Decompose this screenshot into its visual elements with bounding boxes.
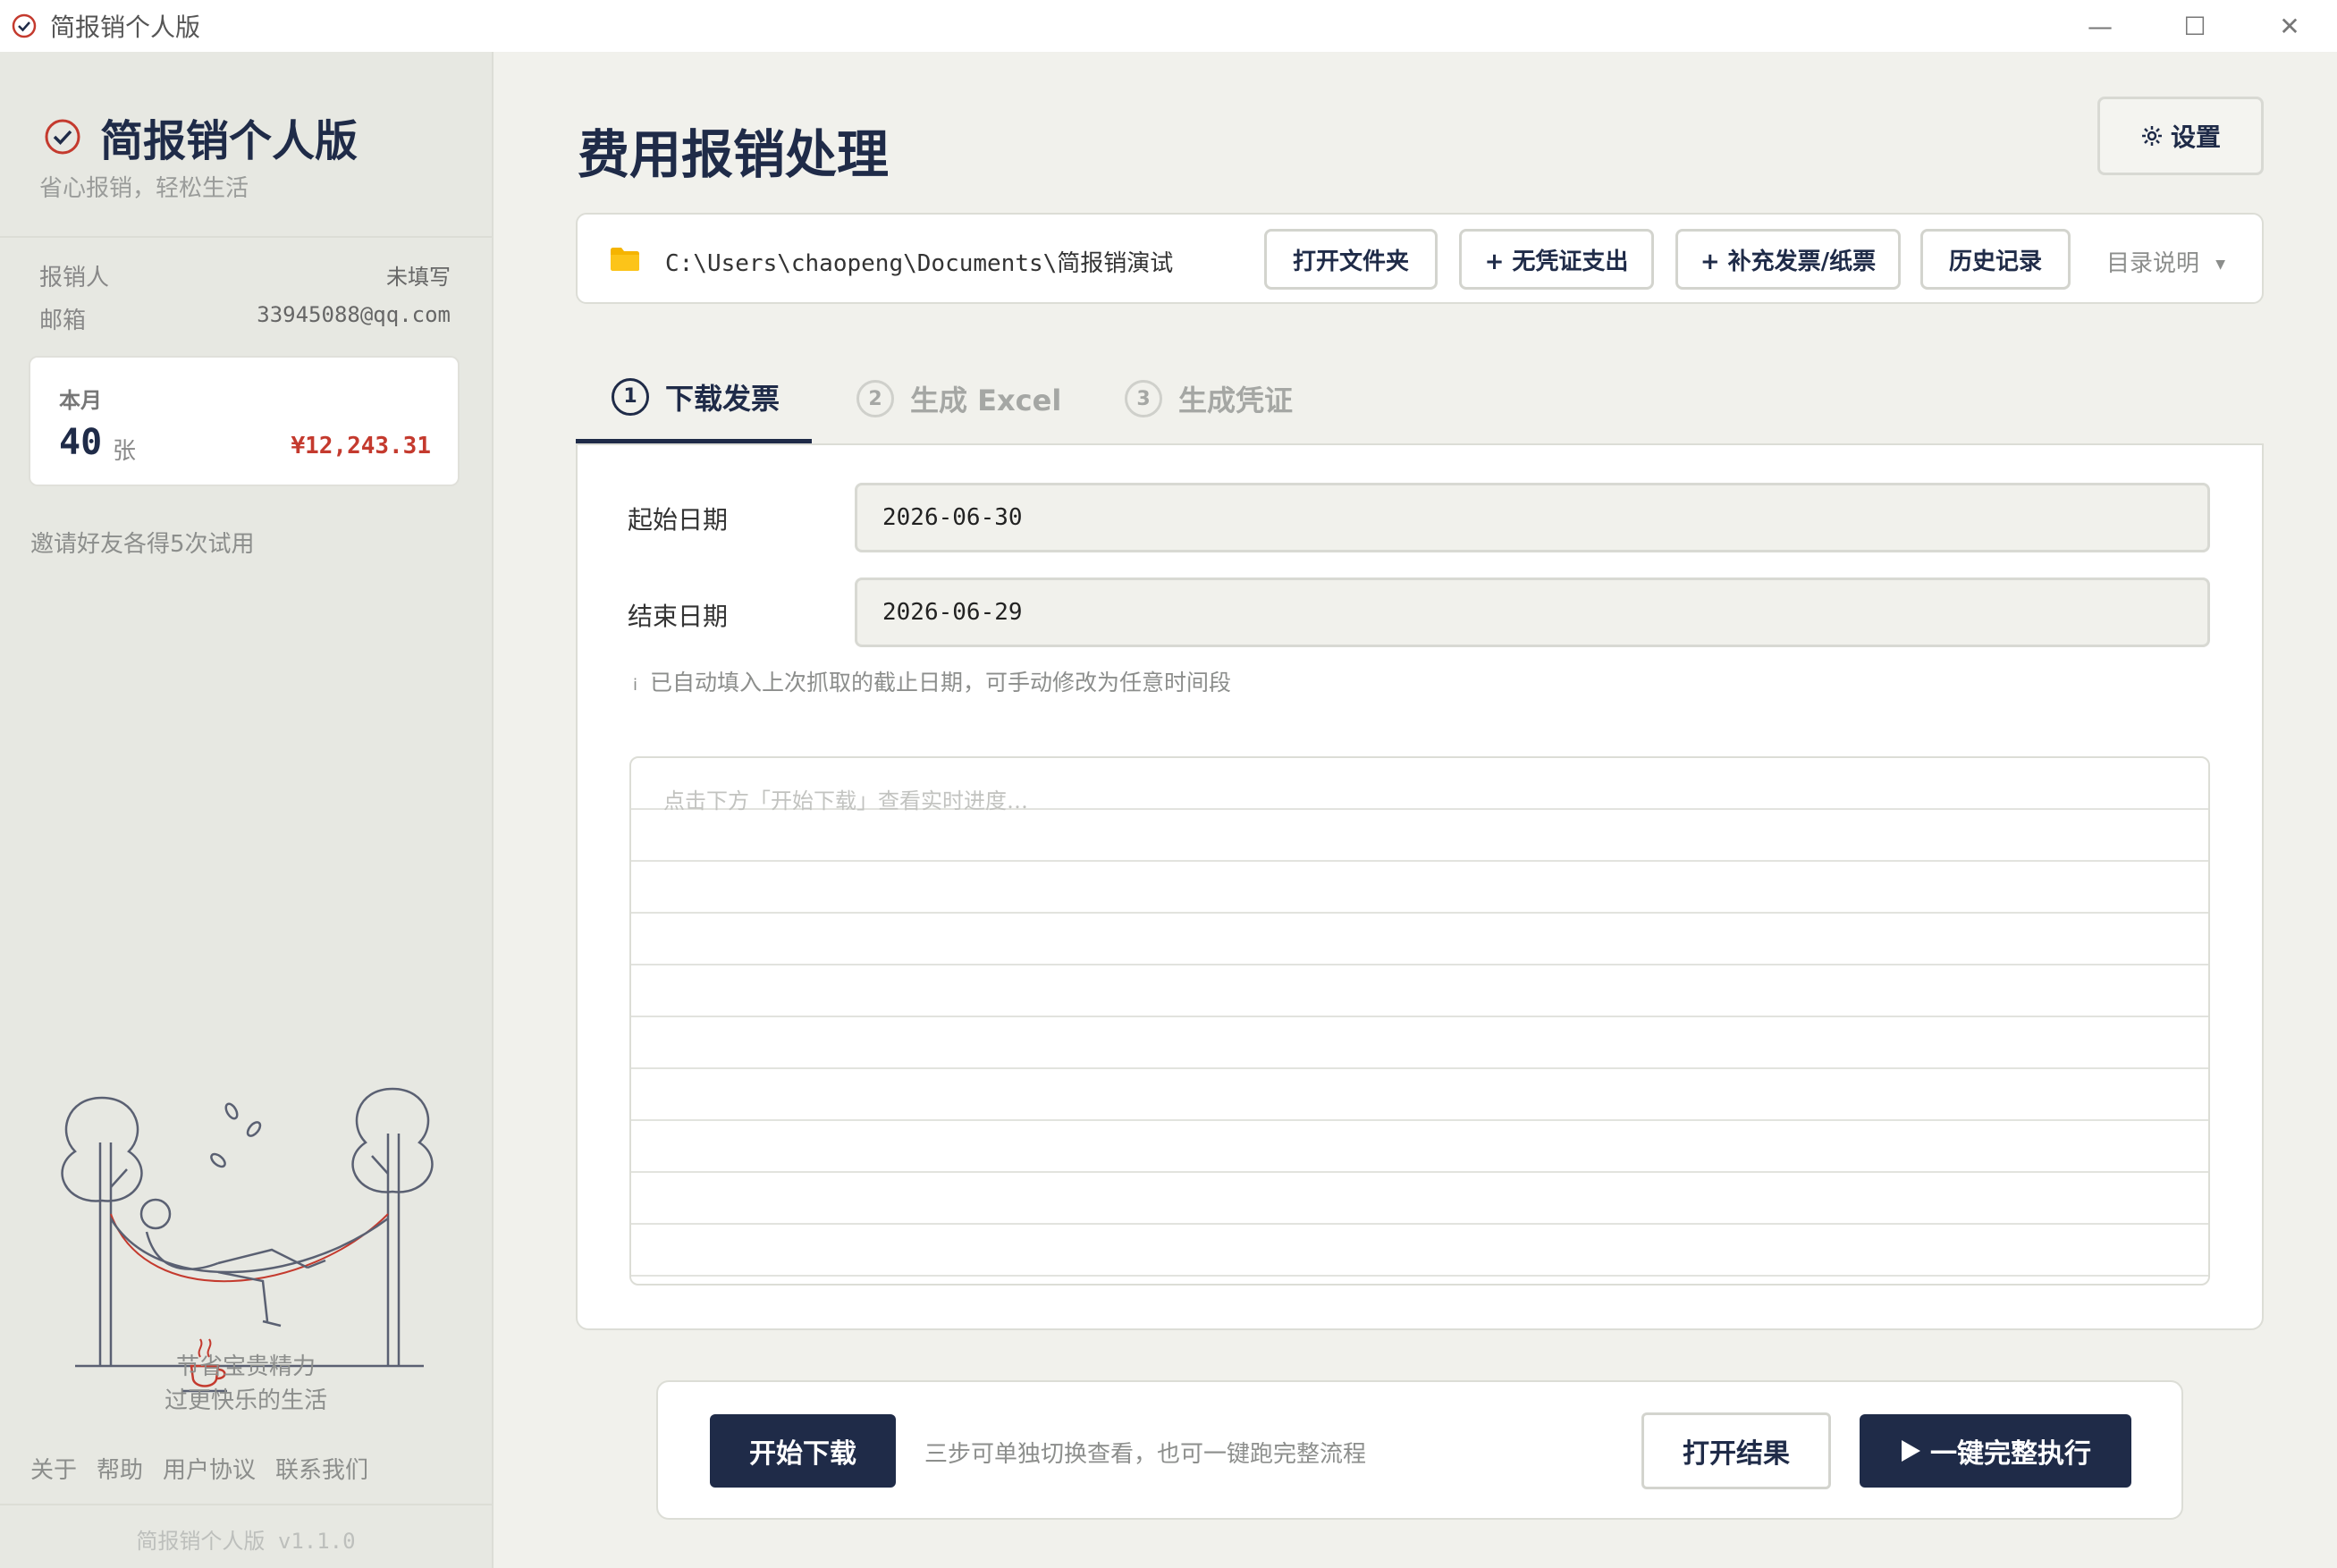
start-date-label: 起始日期 (628, 505, 729, 535)
supplement-invoice-button[interactable]: + 补充发票/纸票 (1675, 229, 1901, 290)
reporter-label: 报销人 (39, 265, 110, 291)
end-date-label: 结束日期 (628, 602, 729, 631)
help-link[interactable]: 帮助 (97, 1452, 143, 1485)
minimize-button[interactable]: — (2053, 0, 2147, 52)
app-check-icon (12, 13, 37, 38)
hint-text: 已自动填入上次抓取的截止日期，可手动修改为任意时间段 (650, 670, 1232, 695)
start-date-input[interactable]: 2026-06-30 (855, 483, 2210, 552)
gear-icon (2141, 126, 2162, 146)
divider (0, 1504, 492, 1505)
divider (0, 236, 492, 238)
invite-link[interactable]: 邀请好友各得5次试用 (30, 526, 255, 559)
tab-generate-excel[interactable]: 2 生成 Excel (856, 354, 1061, 443)
slogan-line-2: 过更快乐的生活 (164, 1387, 327, 1414)
about-link[interactable]: 关于 (30, 1452, 77, 1485)
footer-links: 关于 帮助 用户协议 联系我们 (30, 1452, 368, 1485)
caret-down-icon: ▼ (2215, 257, 2226, 272)
open-result-button[interactable]: 打开结果 (1641, 1412, 1831, 1489)
brand-subtitle: 省心报销，轻松生活 (39, 175, 249, 202)
tab-generate-voucher[interactable]: 3 生成凭证 (1125, 354, 1293, 443)
email-label: 邮箱 (39, 308, 87, 334)
email-row[interactable]: 邮箱 33945088@qq.com (39, 302, 451, 335)
close-button[interactable]: ✕ (2242, 0, 2337, 52)
title-bar: 简报销个人版 — ☐ ✕ (0, 0, 2337, 52)
tab-label: 生成 Excel (910, 384, 1062, 417)
page-title: 费用报销处理 (578, 124, 890, 185)
window-title: 简报销个人版 (50, 13, 201, 42)
run-all-button[interactable]: 一键完整执行 (1860, 1414, 2131, 1488)
brand-check-icon (45, 119, 80, 155)
history-button[interactable]: 历史记录 (1920, 229, 2071, 290)
run-all-label: 一键完整执行 (1930, 1438, 2091, 1470)
version-label: 简报销个人版 v1.1.0 (136, 1529, 356, 1554)
month-unit: 张 (113, 438, 137, 465)
step-number: 3 (1125, 380, 1162, 417)
play-icon (1902, 1440, 1920, 1462)
step-tabs: 1 下载发票 2 生成 Excel 3 生成凭证 (576, 354, 2264, 447)
folder-icon (611, 248, 639, 271)
tab-label: 生成凭证 (1178, 384, 1294, 417)
action-bar: 开始下载 三步可单独切换查看，也可一键跑完整流程 打开结果 一键完整执行 (656, 1380, 2183, 1520)
date-hint: i 已自动填入上次抓取的截止日期，可手动修改为任意时间段 (633, 665, 1231, 697)
maximize-button[interactable]: ☐ (2147, 0, 2242, 52)
progress-log[interactable]: 点击下方「开始下载」查看实时进度… (629, 756, 2210, 1286)
action-tip: 三步可单独切换查看，也可一键跑完整流程 (924, 1441, 1367, 1468)
no-voucher-expense-button[interactable]: + 无凭证支出 (1459, 229, 1654, 290)
tab-download-invoices[interactable]: 1 下载发票 (576, 354, 812, 443)
log-placeholder: 点击下方「开始下载」查看实时进度… (663, 788, 1028, 814)
download-panel: 起始日期 2026-06-30 结束日期 2026-06-29 i 已自动填入上次… (576, 443, 2264, 1330)
month-amount: ¥12,243.31 (291, 433, 431, 459)
month-label: 本月 (59, 388, 102, 413)
current-path: C:\Users\chaopeng\Documents\简报销演试 (665, 250, 1174, 277)
start-download-button[interactable]: 开始下载 (710, 1414, 896, 1488)
hammock-illustration (61, 1087, 434, 1393)
settings-button[interactable]: 设置 (2097, 97, 2264, 175)
window-controls: — ☐ ✕ (2053, 0, 2337, 52)
directory-help-label: 目录说明 (2106, 250, 2200, 277)
step-number: 1 (612, 377, 649, 416)
step-number: 2 (856, 380, 894, 417)
month-invoice-count: 40 (59, 422, 103, 463)
email-value: 33945088@qq.com (257, 302, 451, 327)
tab-label: 下载发票 (665, 381, 780, 416)
directory-help-dropdown[interactable]: 目录说明 ▼ (2106, 245, 2225, 278)
reporter-row[interactable]: 报销人 未填写 (39, 259, 451, 292)
month-summary-card: 本月 40 张 ¥12,243.31 (29, 356, 460, 486)
slogan-line-1: 节省宝贵精力 (175, 1353, 316, 1380)
contact-link[interactable]: 联系我们 (275, 1452, 368, 1485)
info-icon: i (633, 676, 638, 695)
brand: 简报销个人版 (43, 105, 358, 168)
settings-label: 设置 (2170, 122, 2221, 152)
end-date-input[interactable]: 2026-06-29 (855, 577, 2210, 647)
user-agreement-link[interactable]: 用户协议 (163, 1452, 256, 1485)
path-bar: C:\Users\chaopeng\Documents\简报销演试 打开文件夹 … (576, 213, 2264, 304)
reporter-value: 未填写 (386, 265, 451, 290)
sidebar: 简报销个人版 省心报销，轻松生活 报销人 未填写 邮箱 33945088@qq.… (0, 52, 494, 1568)
brand-name: 简报销个人版 (100, 116, 359, 166)
open-folder-button[interactable]: 打开文件夹 (1264, 229, 1438, 290)
